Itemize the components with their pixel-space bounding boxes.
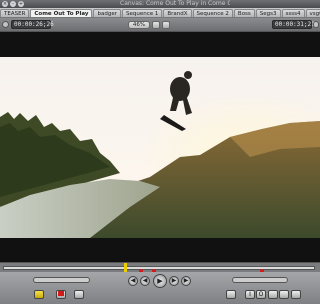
minimize-window-button[interactable]: - bbox=[10, 1, 16, 7]
tab-come-out-to-play[interactable]: Come Out To Play bbox=[30, 9, 93, 17]
next-edit-button[interactable]: ▶ bbox=[181, 276, 191, 286]
add-marker-button[interactable] bbox=[268, 290, 278, 299]
shuttle-control[interactable] bbox=[33, 277, 90, 283]
previous-edit-button[interactable]: ◀ bbox=[128, 276, 138, 286]
sequence-tab-bar: TEASER Come Out To Play badger Sequence … bbox=[0, 8, 320, 18]
mark-in-button[interactable]: I bbox=[245, 290, 255, 299]
current-tc-icon bbox=[313, 21, 319, 28]
duration-timecode[interactable]: 00:00:26;26 bbox=[11, 20, 54, 29]
mark-clip-button[interactable] bbox=[291, 290, 301, 299]
play-button[interactable]: ▶ bbox=[153, 274, 167, 288]
tab-segs3[interactable]: Segs3 bbox=[255, 9, 281, 17]
window-title-bar: × - + Canvas: Come Out To Play in Come O… bbox=[0, 0, 320, 8]
overwrite-icon bbox=[58, 291, 64, 296]
close-window-button[interactable]: × bbox=[2, 1, 8, 7]
tab-sequence-1[interactable]: Sequence 1 bbox=[121, 9, 163, 17]
tab-ssss4[interactable]: ssss4 bbox=[281, 9, 305, 17]
video-viewer[interactable] bbox=[0, 32, 320, 262]
tab-brandx[interactable]: BrandX bbox=[163, 9, 192, 17]
replace-edit-button[interactable] bbox=[74, 290, 84, 299]
duration-icon bbox=[2, 21, 9, 28]
jog-control[interactable] bbox=[232, 277, 288, 283]
scrubber-track[interactable] bbox=[3, 266, 315, 270]
match-frame-button[interactable] bbox=[226, 290, 236, 299]
scrubber-bar[interactable] bbox=[0, 262, 320, 272]
tab-badger[interactable]: badger bbox=[93, 9, 121, 17]
video-frame bbox=[0, 57, 320, 238]
tab-sequence-2[interactable]: Sequence 2 bbox=[192, 9, 233, 17]
mark-out-button[interactable]: O bbox=[256, 290, 266, 299]
tab-vsg04[interactable]: vsg04 bbox=[305, 9, 320, 17]
display-mode-button[interactable] bbox=[162, 21, 170, 29]
overwrite-edit-button[interactable] bbox=[56, 290, 66, 299]
current-timecode[interactable]: 00:00:31;21 bbox=[272, 20, 315, 29]
insert-edit-button[interactable] bbox=[34, 290, 44, 299]
playhead[interactable] bbox=[124, 263, 127, 272]
play-in-to-out-button[interactable]: ◀ bbox=[140, 276, 150, 286]
tab-boss[interactable]: Boss bbox=[233, 9, 255, 17]
play-around-button[interactable]: ▶ bbox=[169, 276, 179, 286]
zoom-popup[interactable]: 46% bbox=[128, 21, 150, 29]
view-popup-button[interactable] bbox=[152, 21, 160, 29]
add-keyframe-button[interactable] bbox=[279, 290, 289, 299]
zoom-window-button[interactable]: + bbox=[18, 1, 24, 7]
window-title: Canvas: Come Out To Play in Come Out To … bbox=[120, 0, 230, 7]
canvas-control-bar: 00:00:26;26 46% 00:00:31;21 bbox=[0, 18, 320, 32]
tab-teaser[interactable]: TEASER bbox=[0, 9, 30, 17]
